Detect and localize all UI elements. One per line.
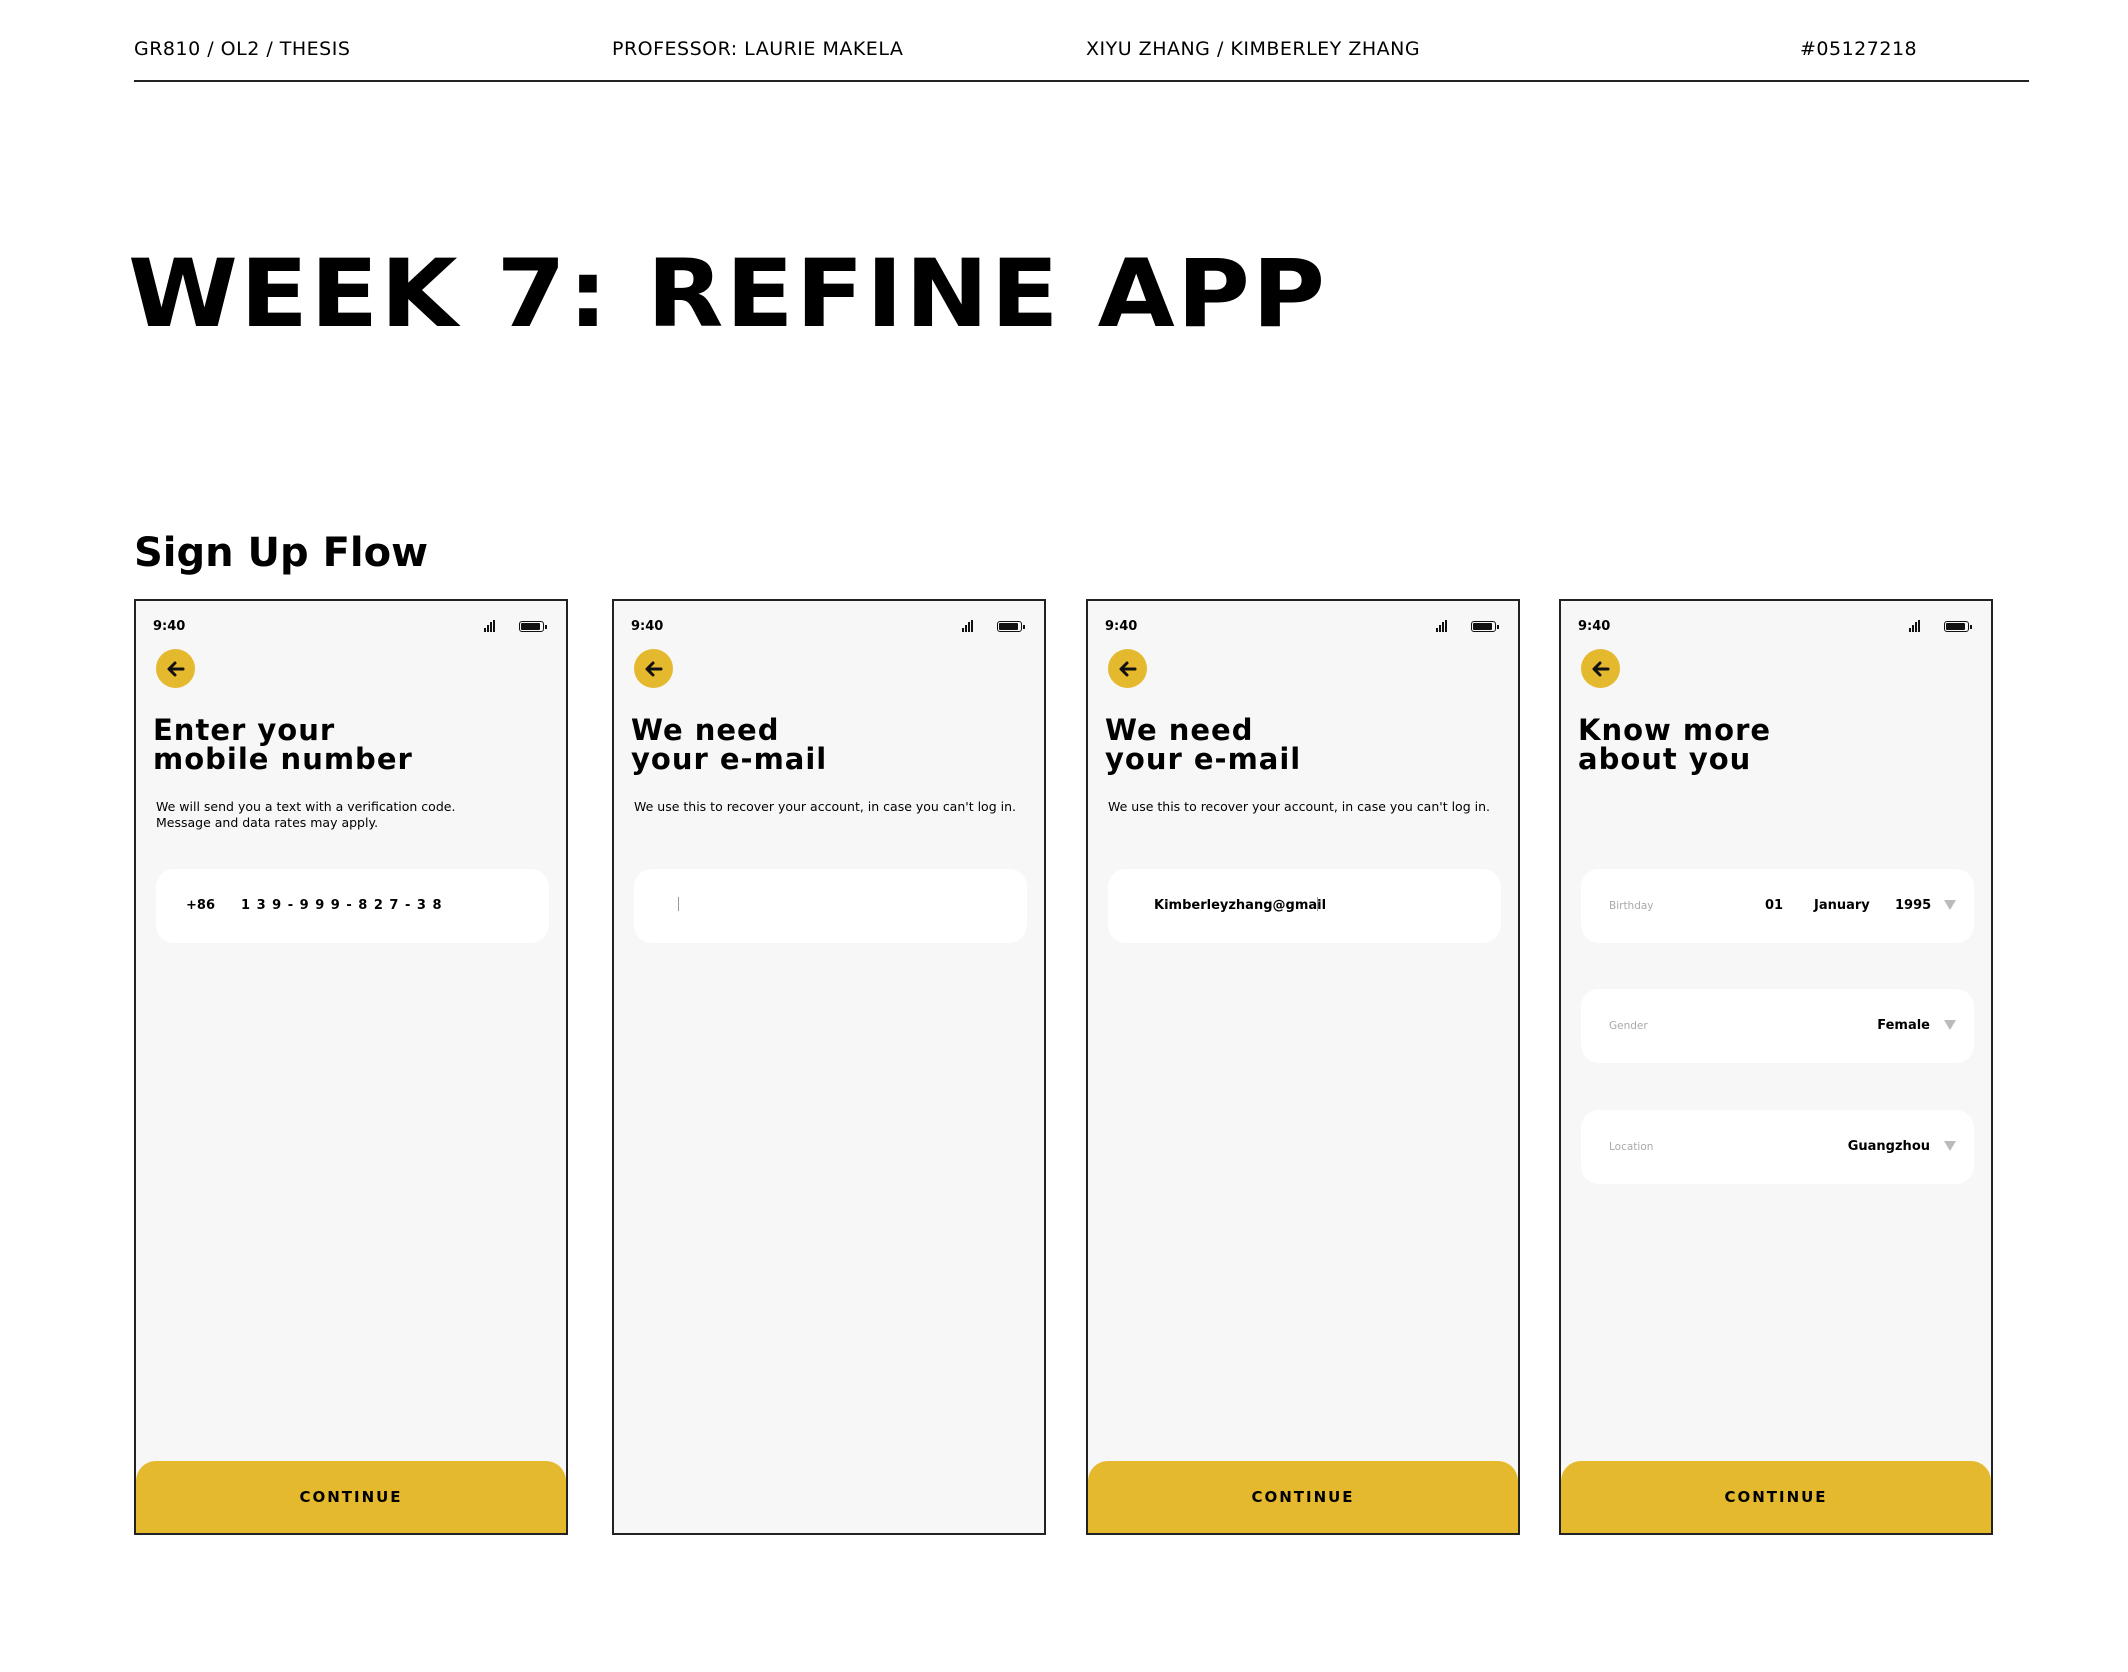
arrow-left-icon — [1592, 661, 1609, 676]
page-title: WEEK 7: REFINE APP — [128, 240, 1328, 349]
birthday-label: Birthday — [1609, 900, 1654, 912]
id-label: #05127218 — [1800, 38, 1918, 60]
course-label: GR810 / OL2 / THESIS — [134, 38, 351, 60]
email-value: Kimberleyzhang@gmail — [1154, 898, 1327, 913]
status-time: 9:40 — [631, 619, 664, 634]
continue-button[interactable]: CONTINUE — [1561, 1461, 1991, 1533]
signal-icon — [1436, 620, 1448, 632]
triangle-down-icon — [1944, 1141, 1956, 1151]
battery-icon — [1471, 621, 1499, 632]
back-button[interactable] — [156, 649, 195, 688]
phone-number-input[interactable]: +86 1 3 9 - 9 9 9 - 8 2 7 - 3 8 — [156, 869, 549, 943]
location-select[interactable]: Location Guangzhou — [1581, 1110, 1974, 1184]
screen-heading: Enter your mobile number — [153, 713, 413, 776]
screen-description: We use this to recover your account, in … — [634, 799, 1016, 814]
country-code: +86 — [186, 898, 215, 913]
birthday-year: 1995 — [1895, 898, 1932, 913]
status-time: 9:40 — [1578, 619, 1611, 634]
phone-screen-mobile: 9:40 Enter your mobile number We will se… — [134, 599, 568, 1535]
gender-label: Gender — [1609, 1020, 1648, 1032]
status-time: 9:40 — [1105, 619, 1138, 634]
status-time: 9:40 — [153, 619, 186, 634]
phone-screen-email-empty: 9:40 We need your e-mail We use this to … — [612, 599, 1046, 1535]
section-title: Sign Up Flow — [134, 530, 429, 576]
location-label: Location — [1609, 1141, 1654, 1153]
battery-icon — [1944, 621, 1972, 632]
birthday-day: 01 — [1765, 898, 1784, 913]
signal-icon — [1909, 620, 1921, 632]
signal-icon — [962, 620, 974, 632]
text-caret — [1317, 897, 1318, 911]
screen-heading: We need your e-mail — [1105, 713, 1302, 776]
phone-screen-profile: 9:40 Know more about you Birthday 01 Jan… — [1559, 599, 1993, 1535]
birthday-select[interactable]: Birthday 01 January 1995 — [1581, 869, 1974, 943]
triangle-down-icon — [1944, 1020, 1956, 1030]
screen-heading: Know more about you — [1578, 713, 1772, 776]
triangle-down-icon — [1944, 900, 1956, 910]
gender-value: Female — [1877, 1018, 1930, 1033]
continue-button[interactable]: CONTINUE — [1088, 1461, 1518, 1533]
back-button[interactable] — [1108, 649, 1147, 688]
email-input[interactable]: Kimberleyzhang@gmail — [1108, 869, 1501, 943]
phone-number-value: 1 3 9 - 9 9 9 - 8 2 7 - 3 8 — [241, 898, 443, 913]
birthday-month: January — [1814, 898, 1870, 913]
phone-screen-email-filled: 9:40 We need your e-mail We use this to … — [1086, 599, 1520, 1535]
screen-description: We use this to recover your account, in … — [1108, 799, 1490, 814]
battery-icon — [519, 621, 547, 632]
back-button[interactable] — [1581, 649, 1620, 688]
arrow-left-icon — [167, 661, 184, 676]
back-button[interactable] — [634, 649, 673, 688]
professor-label: PROFESSOR: LAURIE MAKELA — [612, 38, 904, 60]
battery-icon — [997, 621, 1025, 632]
email-input[interactable] — [634, 869, 1027, 943]
text-caret — [678, 897, 679, 911]
continue-button[interactable]: CONTINUE — [136, 1461, 566, 1533]
gender-select[interactable]: Gender Female — [1581, 989, 1974, 1063]
authors-label: XIYU ZHANG / KIMBERLEY ZHANG — [1086, 38, 1421, 60]
header-divider — [134, 80, 2029, 82]
location-value: Guangzhou — [1847, 1139, 1930, 1154]
screen-heading: We need your e-mail — [631, 713, 828, 776]
arrow-left-icon — [1119, 661, 1136, 676]
screen-description: We will send you a text with a verificat… — [156, 799, 456, 830]
arrow-left-icon — [645, 661, 662, 676]
signal-icon — [484, 620, 496, 632]
